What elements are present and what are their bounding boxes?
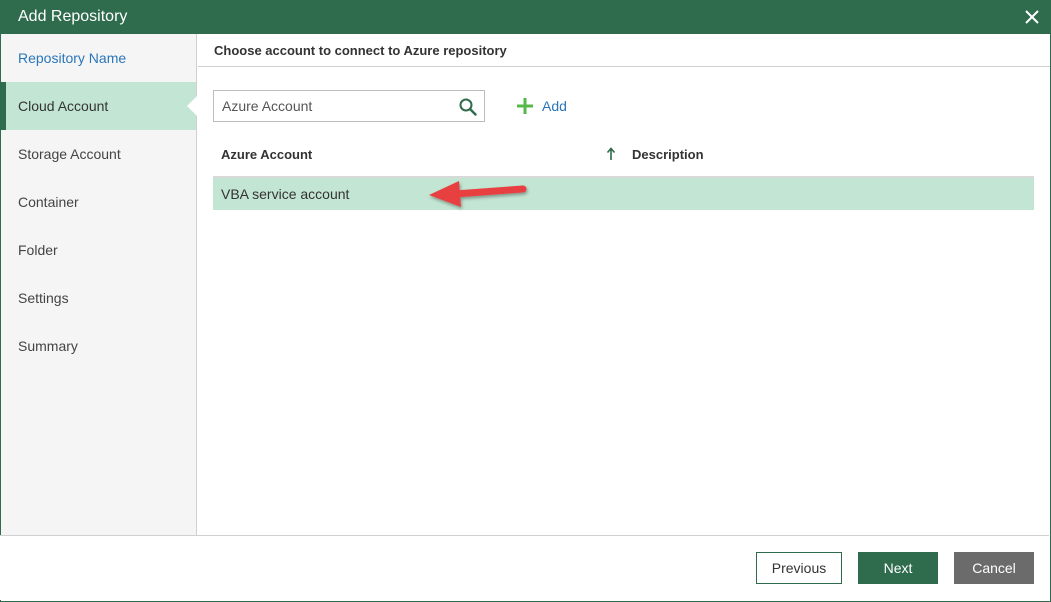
title-bar: Add Repository [1, 1, 1050, 34]
accounts-table: Azure Account Description VBA service ac… [213, 138, 1034, 210]
arrow-up-icon [606, 147, 616, 160]
close-icon[interactable] [1024, 9, 1040, 25]
page-heading: Choose account to connect to Azure repos… [214, 43, 507, 58]
previous-button[interactable]: Previous [756, 552, 842, 584]
search-box [213, 90, 485, 122]
step-container: Container [18, 194, 79, 210]
column-header-description[interactable]: Description [632, 147, 704, 162]
cancel-button[interactable]: Cancel [954, 552, 1034, 584]
search-icon[interactable] [459, 98, 477, 116]
step-repository-name[interactable]: Repository Name [1, 34, 196, 82]
add-repository-dialog: Add Repository Repository Name Cloud Acc… [0, 0, 1051, 602]
column-header-azure-account[interactable]: Azure Account [221, 147, 312, 162]
plus-icon [517, 98, 533, 114]
red-arrow-icon [429, 181, 527, 207]
window-title: Add Repository [18, 8, 128, 25]
step-folder: Folder [18, 242, 58, 258]
page-header: Choose account to connect to Azure repos… [198, 34, 1050, 67]
search-input[interactable] [214, 91, 450, 121]
step-storage-account: Storage Account [18, 146, 121, 162]
next-button[interactable]: Next [858, 552, 938, 584]
dialog-footer: Previous Next Cancel [0, 535, 1049, 600]
account-name-cell: VBA service account [221, 186, 350, 202]
add-button-label: Add [542, 98, 567, 114]
step-settings: Settings [18, 290, 69, 306]
wizard-steps-sidebar: Repository Name Cloud Account Storage Ac… [1, 34, 197, 536]
step-summary: Summary [18, 338, 78, 354]
table-row[interactable]: VBA service account [213, 178, 1034, 210]
table-header: Azure Account Description [213, 138, 1034, 178]
step-cloud-account[interactable]: Cloud Account [1, 82, 197, 130]
